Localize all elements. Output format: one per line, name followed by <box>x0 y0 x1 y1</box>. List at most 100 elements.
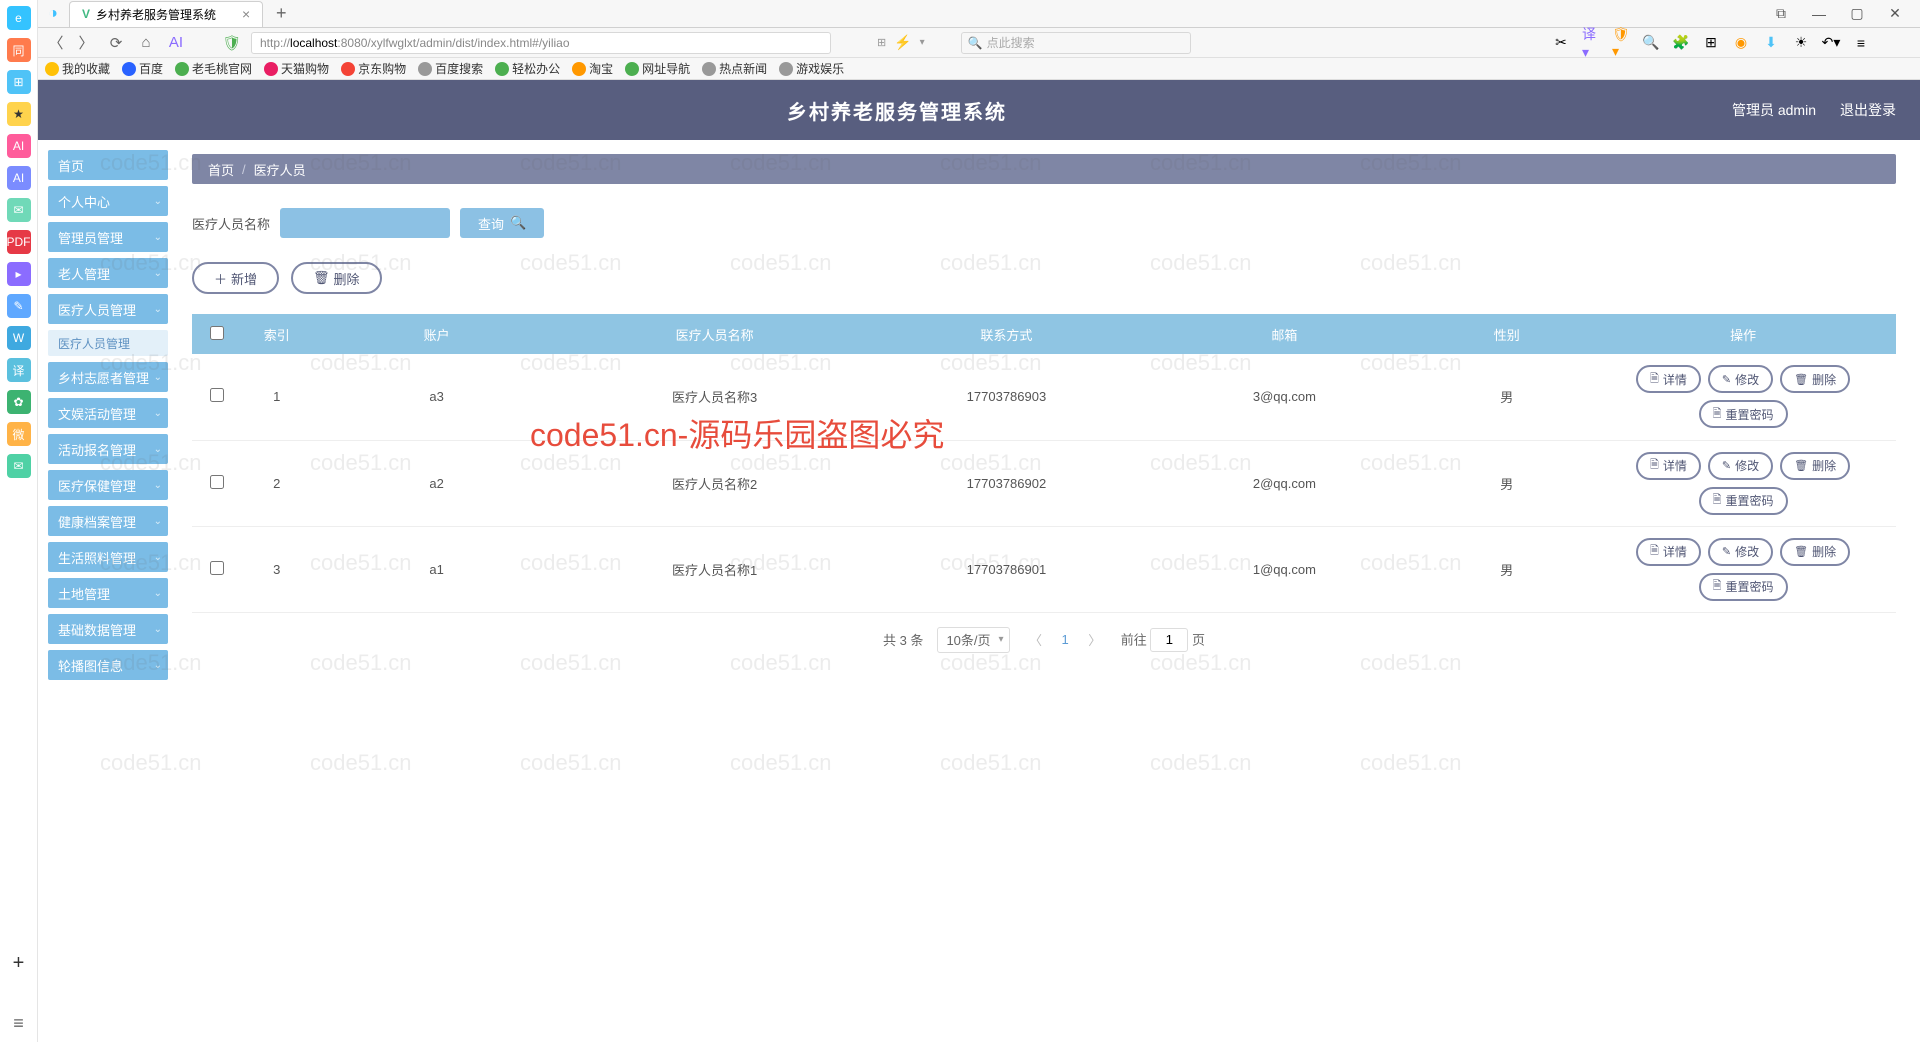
bookmark-item[interactable]: 热点新闻 <box>702 60 767 77</box>
zoom-icon[interactable]: 🔍 <box>1642 34 1660 52</box>
current-user-label[interactable]: 管理员 admin <box>1732 100 1816 120</box>
delete-button[interactable]: 🗑删除 <box>291 262 382 294</box>
bookmark-item[interactable]: 我的收藏 <box>45 60 110 77</box>
reset-pwd-button[interactable]: 🗎重置密码 <box>1699 487 1788 515</box>
strip-icon[interactable]: e <box>7 6 31 30</box>
shield-icon[interactable]: 🛡 <box>221 32 243 54</box>
strip-icon[interactable]: 译 <box>7 358 31 382</box>
strip-icon[interactable]: W <box>7 326 31 350</box>
bookmark-item[interactable]: 京东购物 <box>341 60 406 77</box>
browser-search-input[interactable]: 🔍 点此搜索 <box>961 32 1191 54</box>
strip-icon[interactable]: ⊞ <box>7 70 31 94</box>
sidebar-item-carousel[interactable]: 轮播图信息⌄ <box>48 650 168 680</box>
detail-button[interactable]: 🗎详情 <box>1636 538 1701 566</box>
minimize-icon[interactable]: — <box>1806 1 1832 27</box>
bookmark-item[interactable]: 老毛桃官网 <box>175 60 252 77</box>
bookmark-item[interactable]: 百度 <box>122 60 163 77</box>
reset-pwd-button[interactable]: 🗎重置密码 <box>1699 400 1788 428</box>
bookmark-item[interactable]: 天猫购物 <box>264 60 329 77</box>
sun-icon[interactable]: ☀ <box>1792 34 1810 52</box>
strip-icon[interactable]: ★ <box>7 102 31 126</box>
bookmark-item[interactable]: 百度搜索 <box>418 60 483 77</box>
strip-icon[interactable]: AI <box>7 134 31 158</box>
next-page-button[interactable]: 〉 <box>1083 628 1107 652</box>
strip-icon[interactable]: ✎ <box>7 294 31 318</box>
page-current[interactable]: 1 <box>1062 632 1069 647</box>
circle-icon[interactable]: ◉ <box>1732 34 1750 52</box>
sidebar-item-land[interactable]: 土地管理⌄ <box>48 578 168 608</box>
ai-icon[interactable]: AI <box>165 32 187 54</box>
back-icon[interactable]: 〈 <box>45 32 67 54</box>
sidebar-item-activities[interactable]: 文娱活动管理⌄ <box>48 398 168 428</box>
home-icon[interactable]: ⌂ <box>135 32 157 54</box>
sidebar-item-signup[interactable]: 活动报名管理⌄ <box>48 434 168 464</box>
bookmark-item[interactable]: 淘宝 <box>572 60 613 77</box>
shield-alt-icon[interactable]: 🛡▾ <box>1612 34 1630 52</box>
search-button[interactable]: 查询🔍 <box>460 208 544 238</box>
sidebar-item-medical-staff[interactable]: 医疗人员管理⌄ <box>48 294 168 324</box>
row-checkbox[interactable] <box>210 388 224 402</box>
strip-menu-icon[interactable]: ≡ <box>13 1013 24 1034</box>
undo-icon[interactable]: ↶▾ <box>1822 34 1840 52</box>
row-delete-button[interactable]: 🗑删除 <box>1780 365 1850 393</box>
strip-icon[interactable]: 同 <box>7 38 31 62</box>
menu-icon[interactable]: ≡ <box>1852 34 1870 52</box>
strip-add-icon[interactable]: + <box>13 952 25 975</box>
scissors-icon[interactable]: ✂ <box>1552 34 1570 52</box>
bookmark-item[interactable]: 轻松办公 <box>495 60 560 77</box>
download-icon[interactable]: ⬇ <box>1762 34 1780 52</box>
close-window-icon[interactable]: ✕ <box>1882 1 1908 27</box>
sidebar-item-records[interactable]: 健康档案管理⌄ <box>48 506 168 536</box>
row-delete-button[interactable]: 🗑删除 <box>1780 452 1850 480</box>
flash-icon[interactable]: ⚡ <box>894 34 911 51</box>
close-icon[interactable]: × <box>242 6 250 22</box>
detail-button[interactable]: 🗎详情 <box>1636 365 1701 393</box>
new-tab-button[interactable]: + <box>271 4 291 24</box>
add-button[interactable]: ＋新增 <box>192 262 279 294</box>
sidebar-item-medical-staff-sub[interactable]: 医疗人员管理 <box>48 330 168 356</box>
sidebar-item-home[interactable]: 首页 <box>48 150 168 180</box>
reset-pwd-button[interactable]: 🗎重置密码 <box>1699 573 1788 601</box>
strip-icon[interactable]: ✉ <box>7 198 31 222</box>
strip-icon[interactable]: PDF <box>7 230 31 254</box>
forward-icon[interactable]: 〉 <box>75 32 97 54</box>
strip-icon[interactable]: ✿ <box>7 390 31 414</box>
prev-page-button[interactable]: 〈 <box>1024 628 1048 652</box>
strip-icon[interactable]: ✉ <box>7 454 31 478</box>
sidebar-item-volunteers[interactable]: 乡村志愿者管理⌄ <box>48 362 168 392</box>
row-delete-button[interactable]: 🗑删除 <box>1780 538 1850 566</box>
puzzle-icon[interactable]: 🧩 <box>1672 34 1690 52</box>
bookmark-item[interactable]: 网址导航 <box>625 60 690 77</box>
maximize-icon[interactable]: ▢ <box>1844 1 1870 27</box>
edit-button[interactable]: ✎修改 <box>1708 452 1773 480</box>
sidebar-item-admin[interactable]: 管理员管理⌄ <box>48 222 168 252</box>
strip-icon[interactable]: AI <box>7 166 31 190</box>
logout-link[interactable]: 退出登录 <box>1840 100 1896 120</box>
search-input[interactable] <box>280 208 450 238</box>
page-size-select[interactable]: 10条/页 <box>937 627 1009 653</box>
reload-icon[interactable]: ⟳ <box>105 32 127 54</box>
qr-icon[interactable]: ⊞ <box>877 36 886 49</box>
row-checkbox[interactable] <box>210 475 224 489</box>
detail-button[interactable]: 🗎详情 <box>1636 452 1701 480</box>
url-input[interactable]: http://localhost:8080/xylfwglxt/admin/di… <box>251 32 831 54</box>
select-all-checkbox[interactable] <box>210 326 224 340</box>
strip-icon[interactable]: 微 <box>7 422 31 446</box>
strip-icon[interactable]: ▸ <box>7 262 31 286</box>
browser-tab[interactable]: V 乡村养老服务管理系统 × <box>69 1 263 27</box>
edit-button[interactable]: ✎修改 <box>1708 538 1773 566</box>
sidebar-item-healthcare[interactable]: 医疗保健管理⌄ <box>48 470 168 500</box>
sidebar-item-care[interactable]: 生活照料管理⌄ <box>48 542 168 572</box>
row-checkbox[interactable] <box>210 561 224 575</box>
sidebar-item-basedata[interactable]: 基础数据管理⌄ <box>48 614 168 644</box>
sidebar-item-profile[interactable]: 个人中心⌄ <box>48 186 168 216</box>
edit-button[interactable]: ✎修改 <box>1708 365 1773 393</box>
translate-icon[interactable]: 译▾ <box>1582 34 1600 52</box>
chevron-down-icon[interactable]: ▾ <box>920 37 925 48</box>
page-jump-input[interactable] <box>1150 628 1188 652</box>
window-overlay-icon[interactable]: ⧉ <box>1768 1 1794 27</box>
sidebar-item-elderly[interactable]: 老人管理⌄ <box>48 258 168 288</box>
breadcrumb-home[interactable]: 首页 <box>208 160 234 179</box>
bookmark-item[interactable]: 游戏娱乐 <box>779 60 844 77</box>
apps-icon[interactable]: ⊞ <box>1702 34 1720 52</box>
